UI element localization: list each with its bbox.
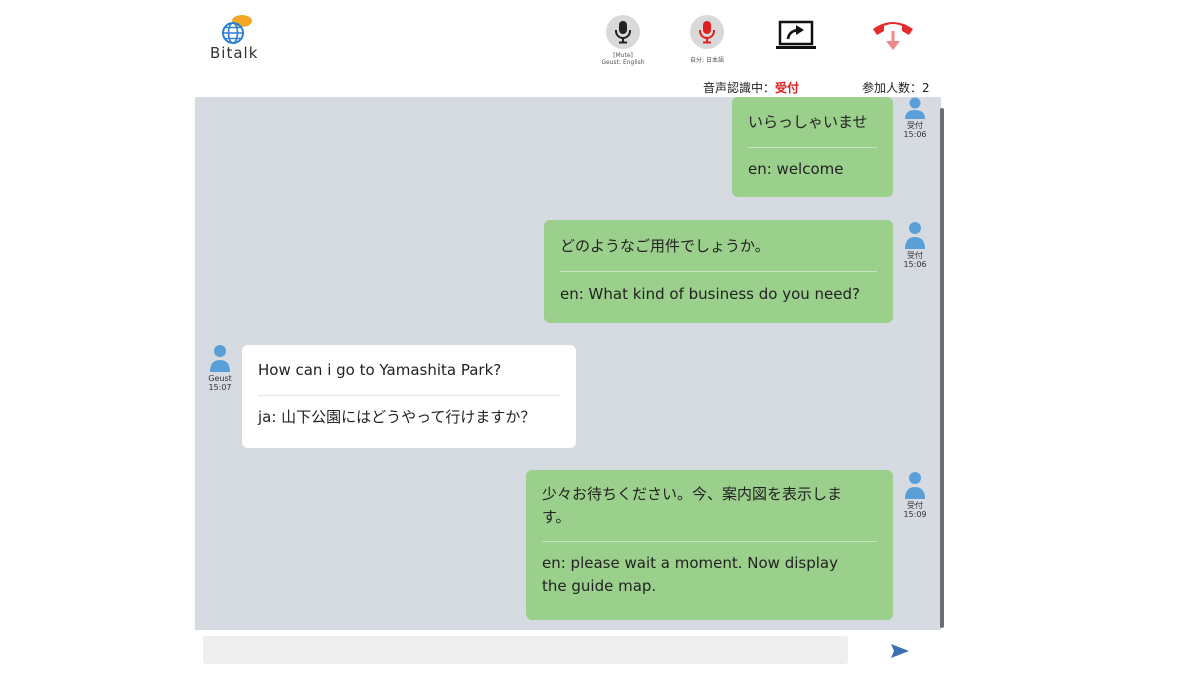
message-translation: en: What kind of business do you need?: [560, 285, 860, 303]
guest-mic-language-label: Geust: English: [601, 59, 645, 66]
message-translation: en: welcome: [748, 160, 844, 178]
participant-count: 参加人数：2: [862, 81, 930, 95]
message-translation-line: en: please wait a moment. Now display: [542, 554, 838, 572]
app-logo: Bitalk: [208, 10, 268, 66]
app-name: Bitalk: [210, 44, 259, 62]
user-avatar-icon: [905, 97, 925, 119]
send-icon: [891, 644, 909, 658]
message-bubble: どのようなご用件でしょうか。 en: What kind of business…: [544, 220, 893, 323]
message-time: 15:06: [903, 130, 927, 139]
user-avatar-icon: [905, 222, 925, 249]
screen-share-icon: [776, 20, 816, 49]
message-original-line: 少々お待ちください。今、案内図を表示しま: [542, 485, 843, 503]
message-sender: 受付: [907, 121, 923, 130]
message-sender: Geust: [208, 374, 232, 383]
screen-share-button[interactable]: [775, 20, 817, 50]
message-original: How can i go to Yamashita Park?: [258, 361, 502, 379]
message-original-line: す。: [542, 508, 571, 526]
message-bubble: 少々お待ちください。今、案内図を表示しま す。 en: please wait …: [526, 470, 893, 620]
globe-chat-logo-icon: [222, 15, 252, 44]
message-original: いらっしゃいませ: [748, 113, 868, 131]
message-sender: 受付: [907, 501, 923, 510]
hang-up-button[interactable]: [871, 17, 915, 53]
user-avatar-icon: [210, 345, 230, 372]
guest-mic-button[interactable]: [Mute] Geust: English: [601, 15, 645, 66]
message-bubble: いらっしゃいませ en: welcome: [732, 97, 893, 197]
message-time: 15:07: [208, 383, 232, 392]
message-original: 少々お待ちください。今、案内図を表示しま す。: [542, 470, 877, 541]
message-translation-line: the guide map.: [542, 577, 657, 595]
self-mic-caption: 自分: 日本語: [690, 57, 724, 64]
message-avatar: 受付 15:09: [898, 471, 932, 519]
recognition-status-prefix: 音声認識中：: [703, 81, 776, 95]
guest-mic-mute-label: [Mute]: [613, 52, 633, 59]
message-translation: ja: 山下公園にはどうやって行けますか？: [258, 408, 536, 426]
message-avatar: 受付 15:06: [898, 221, 932, 269]
message-original: どのようなご用件でしょうか。: [560, 237, 770, 255]
message-sender: 受付: [907, 251, 923, 260]
user-avatar-icon: [905, 472, 925, 499]
message-input[interactable]: [203, 636, 848, 664]
guest-mic-caption: [Mute] Geust: English: [601, 52, 644, 66]
guest-mic-icon: [606, 15, 640, 49]
message-time: 15:06: [903, 260, 927, 269]
send-button[interactable]: [886, 640, 914, 662]
self-mic-button[interactable]: 自分: 日本語: [687, 15, 727, 64]
message-avatar: 受付 15:06: [898, 97, 932, 139]
self-mic-icon: [690, 15, 724, 49]
message-bubble: How can i go to Yamashita Park? ja: 山下公園…: [242, 345, 576, 448]
bitalk-app: Bitalk [Mute] Geust: English 自分: 日本語 音声認…: [0, 0, 1200, 675]
message-avatar: Geust 15:07: [203, 344, 237, 392]
chat-scrollbar[interactable]: [940, 108, 944, 628]
message-translation: en: please wait a moment. Now display th…: [542, 542, 877, 598]
recognition-status-speaker: 受付: [775, 81, 800, 95]
message-time: 15:09: [903, 510, 927, 519]
hang-up-phone-icon: [873, 22, 913, 50]
recognition-status: 音声認識中：受付: [703, 79, 799, 96]
chat-log[interactable]: いらっしゃいませ en: welcome 受付 15:06 どのようなご用件でしょ…: [195, 97, 941, 630]
